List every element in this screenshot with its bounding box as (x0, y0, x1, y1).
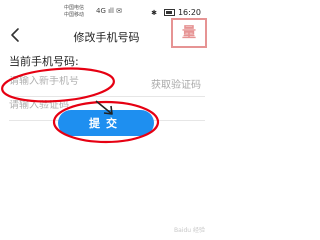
network-icons: 4G ıll ✉ (96, 7, 123, 15)
page-title: 修改手机号码 (73, 31, 140, 44)
submit-button[interactable]: 提交 (58, 110, 154, 136)
carrier-1: 中国电信 (64, 5, 85, 11)
status-right: ✱ 16:20 (151, 8, 201, 17)
battery-icon (163, 9, 175, 16)
status-time: 16:20 (177, 8, 201, 17)
title-bar: 修改手机号码 (0, 24, 213, 48)
credit-text: Baidu 经验 (174, 227, 205, 234)
carrier-2: 中国移动 (64, 12, 85, 18)
bluetooth-icon: ✱ (151, 9, 157, 17)
new-phone-input[interactable] (9, 76, 129, 87)
current-phone-label: 当前手机号码: (9, 55, 79, 68)
get-code-button[interactable]: 获取验证码 (151, 76, 201, 91)
new-phone-row: 获取验证码 (9, 73, 205, 95)
carrier-info: 中国电信 中国移动 (64, 5, 84, 19)
